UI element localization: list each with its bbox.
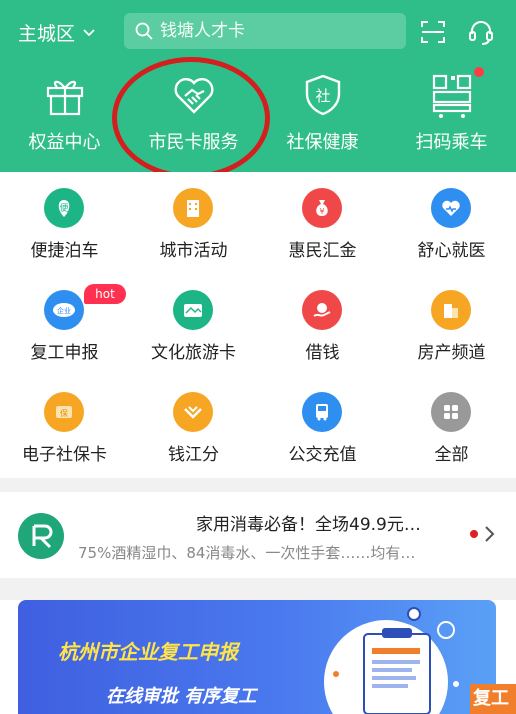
service-qianjiang-score[interactable]: 钱江分 [129,376,258,478]
top-bar: 主城区 [0,0,516,62]
travel-card-icon [173,290,213,330]
social-card-icon: 保 [44,392,84,432]
service-real-estate[interactable]: 房产频道 [387,274,516,376]
resume-work-banner[interactable]: 杭州市企业复工申报 在线审批 有序复工 [18,600,496,714]
handshake-heart-icon [171,72,217,118]
city-selector[interactable]: 主城区 [18,17,97,47]
svg-text:社: 社 [315,87,330,105]
service-label: 公交充值 [288,445,357,465]
search-icon [134,21,154,41]
promo-subtitle: 75%酒精湿巾、84消毒水、一次性手套……均有… [78,544,416,562]
quick-action-citizen-card[interactable]: 市民卡服务 [129,62,258,172]
building-icon [173,188,213,228]
service-label: 借钱 [305,343,340,363]
svg-text:企业: 企业 [57,306,71,315]
city-label: 主城区 [18,22,76,45]
svg-text:便: 便 [59,202,68,214]
svg-text:保: 保 [60,408,68,418]
header: 主城区 钱塘人才卡 权益中心 市民卡服务 社 社保健康 扫码乘车 [0,0,516,172]
service-label: 全部 [434,445,469,465]
corner-badge: 复工 [470,684,516,714]
promo-row[interactable]: 家用消毒必备！全场49.9元… 75%酒精湿巾、84消毒水、一次性手套……均有… [0,492,516,578]
quick-action-label: 权益中心 [28,132,101,153]
quick-action-benefits[interactable]: 权益中心 [0,62,129,172]
promo-logo-icon [18,513,64,559]
banner-title: 杭州市企业复工申报 [58,640,238,664]
score-icon [173,392,213,432]
service-label: 钱江分 [168,445,219,465]
service-label: 电子社保卡 [22,445,107,465]
service-label: 舒心就医 [417,241,486,261]
service-label: 便捷泊车 [30,241,99,261]
notification-dot [474,67,484,77]
document-illustration-icon [324,607,459,714]
service-label: 城市活动 [159,241,228,261]
all-apps-icon [431,392,471,432]
service-label: 复工申报 [30,343,99,363]
service-label: 房产频道 [417,343,486,363]
divider [0,478,516,492]
chevron-down-icon [81,24,97,40]
hot-badge: hot [84,284,126,304]
gift-icon [42,72,88,118]
search-bar[interactable] [124,13,406,49]
quick-action-label: 市民卡服务 [148,132,239,153]
unread-dot [470,530,478,538]
qr-code-icon [429,72,475,118]
promo-title: 家用消毒必备！全场49.9元… [196,515,421,535]
house-icon [431,290,471,330]
service-parking[interactable]: 便 便捷泊车 [0,172,129,274]
service-e-social-card[interactable]: 保 电子社保卡 [0,376,129,478]
quick-actions: 权益中心 市民卡服务 社 社保健康 扫码乘车 [0,62,516,172]
banner-area: 杭州市企业复工申报 在线审批 有序复工 [0,600,516,714]
search-input[interactable] [160,21,400,41]
service-all[interactable]: 全部 [387,376,516,478]
service-finance[interactable]: ¥ 惠民汇金 [258,172,387,274]
service-culture-travel-card[interactable]: 文化旅游卡 [129,274,258,376]
bus-icon [302,392,342,432]
quick-action-label: 扫码乘车 [415,132,488,153]
parking-icon: 便 [44,188,84,228]
service-loan[interactable]: 借钱 [258,274,387,376]
service-label: 文化旅游卡 [151,343,236,363]
quick-action-social-security[interactable]: 社 社保健康 [258,62,387,172]
customer-service-icon[interactable] [466,17,496,47]
chevron-right-icon [484,524,496,544]
medical-heart-icon [431,188,471,228]
service-bus-recharge[interactable]: 公交充值 [258,376,387,478]
quick-action-label: 社保健康 [286,132,359,153]
service-medical[interactable]: 舒心就医 [387,172,516,274]
enterprise-icon: 企业 [44,290,84,330]
quick-action-scan-ride[interactable]: 扫码乘车 [387,62,516,172]
money-bag-icon: ¥ [302,188,342,228]
banner-subtitle: 在线审批 有序复工 [106,686,257,707]
svg-text:¥: ¥ [319,207,324,216]
shield-icon: 社 [300,72,346,118]
divider [0,578,516,600]
service-label: 惠民汇金 [288,241,357,261]
service-city-events[interactable]: 城市活动 [129,172,258,274]
loan-icon [302,290,342,330]
service-grid: 便 便捷泊车 城市活动 ¥ 惠民汇金 舒心就医 企业 复工申报 文化旅游卡 借钱… [0,172,516,478]
scan-icon[interactable] [418,17,448,47]
